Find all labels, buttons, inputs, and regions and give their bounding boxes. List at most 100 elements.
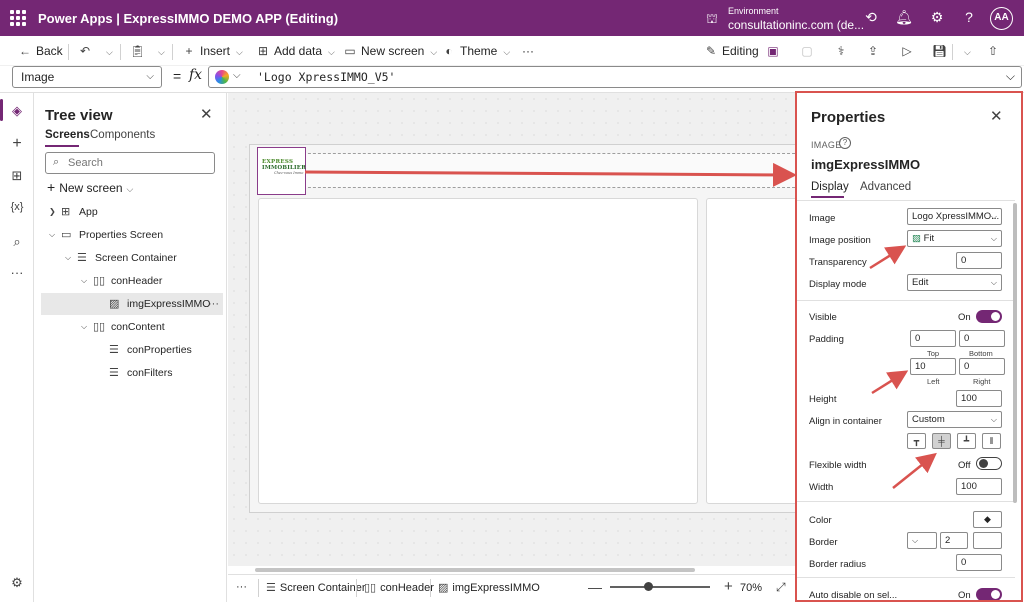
tab-screens[interactable]: Screens <box>45 129 90 141</box>
environment-value[interactable]: consultationinc.com (de... <box>728 18 864 32</box>
logo-image-selected[interactable]: EXPRESS IMMOBILIER Chez-vous Immo <box>257 147 306 195</box>
properties-container-card[interactable] <box>258 198 698 504</box>
close-icon[interactable]: ✕ <box>200 105 213 123</box>
insert-button[interactable]: + Insert ⌵ <box>182 42 242 60</box>
zoom-slider-track[interactable] <box>610 586 710 588</box>
avatar[interactable]: AA <box>990 7 1013 30</box>
control-name[interactable]: imgExpressIMMO <box>811 157 920 172</box>
border-style-dropdown[interactable]: ⌵ <box>907 532 937 549</box>
data-table-icon[interactable]: ⊞ <box>8 168 26 184</box>
copilot-icon[interactable] <box>215 70 229 84</box>
tab-display[interactable]: Display <box>811 181 849 193</box>
tree-item-app[interactable]: ❯ ⊞ App <box>41 201 223 223</box>
formula-text[interactable]: 'Logo XpressIMMO_V5' <box>257 70 395 84</box>
align-in-container-dropdown[interactable]: Custom ⌵ <box>907 411 1002 428</box>
tree-item-concontent[interactable]: ⌵ ▯▯ conContent <box>41 316 223 338</box>
new-screen-button[interactable]: + New screen ⌵ <box>47 179 133 195</box>
fit-to-screen-icon[interactable]: ⤢ <box>776 580 786 595</box>
paste-button[interactable]: 📋︎ <box>130 42 148 60</box>
new-screen-button[interactable]: ▭ New screen ⌵ <box>343 42 437 60</box>
breadcrumb-screen-container[interactable]: ☰ Screen Container <box>266 581 365 594</box>
app-checker-button[interactable]: ▣ <box>766 42 784 60</box>
add-data-button[interactable]: ⊞ Add data ⌵ <box>256 42 335 60</box>
chevron-down-icon[interactable]: ⌵ <box>49 224 55 246</box>
copilot-icon[interactable]: ⟲ <box>862 9 880 26</box>
design-canvas[interactable]: EXPRESS IMMOBILIER Chez-vous Immo <box>228 93 796 566</box>
share-button[interactable]: ⇪ <box>866 42 884 60</box>
save-button[interactable]: 💾︎ <box>932 42 950 60</box>
chevron-right-icon[interactable]: ❯ <box>49 201 56 223</box>
chevron-down-icon[interactable]: ⌵ <box>65 247 71 269</box>
horizontal-scrollbar[interactable] <box>255 568 695 572</box>
save-dropdown[interactable]: ⌵ <box>958 42 971 60</box>
padding-left-input[interactable]: 10 <box>910 358 956 375</box>
theme-button[interactable]: ◐ Theme ⌵ <box>442 42 510 60</box>
more-options-icon[interactable]: ··· <box>208 293 219 315</box>
flexible-width-toggle[interactable] <box>976 457 1002 470</box>
filters-container-card[interactable] <box>706 198 796 504</box>
help-icon[interactable]: ? <box>839 137 851 149</box>
transparency-input[interactable]: 0 <box>956 252 1002 269</box>
tree-search[interactable]: ⌕ <box>45 152 215 174</box>
undo-dropdown[interactable]: ⌵ <box>100 42 113 60</box>
chevron-down-icon[interactable]: ⌵ <box>233 70 241 81</box>
auto-disable-toggle[interactable] <box>976 588 1002 601</box>
tree-item-screen-container[interactable]: ⌵ ☰ Screen Container <box>41 247 223 269</box>
paste-dropdown[interactable]: ⌵ <box>152 42 165 60</box>
more-icon[interactable]: ··· <box>8 265 26 280</box>
padding-top-input[interactable]: 0 <box>910 330 956 347</box>
width-input[interactable]: 100 <box>956 478 1002 495</box>
zoom-slider-thumb[interactable] <box>644 582 653 591</box>
tree-item-conproperties[interactable]: ☰ conProperties <box>41 339 223 361</box>
align-stretch-button[interactable]: ⫴ <box>982 433 1001 449</box>
undo-button[interactable]: ↶ <box>78 42 96 60</box>
back-button[interactable]: ← Back <box>18 42 63 60</box>
visible-toggle[interactable] <box>976 310 1002 323</box>
tree-item-confilters[interactable]: ☰ conFilters <box>41 362 223 384</box>
preview-button[interactable]: ▷ <box>900 42 918 60</box>
zoom-out-button[interactable]: — <box>588 579 602 595</box>
insert-plus-icon[interactable]: + <box>8 135 26 153</box>
notifications-icon[interactable]: 🔔︎ <box>895 9 913 26</box>
align-center-button[interactable]: ╪ <box>932 433 951 449</box>
header-container[interactable] <box>258 153 796 188</box>
display-mode-dropdown[interactable]: Edit ⌵ <box>907 274 1002 291</box>
tree-item-imgexpressimmo[interactable]: ▨ imgExpressIMMO ··· <box>41 293 223 315</box>
search-icon[interactable]: ⌕ <box>8 234 26 250</box>
settings-icon[interactable]: ⚙ <box>8 575 26 591</box>
color-picker-button[interactable]: ◆ <box>973 511 1002 528</box>
formula-input[interactable]: ⌵ 'Logo XpressIMMO_V5' ⌵ <box>208 66 1022 88</box>
image-position-dropdown[interactable]: ▨ Fit ⌵ <box>907 230 1002 247</box>
padding-bottom-input[interactable]: 0 <box>959 330 1005 347</box>
close-icon[interactable]: ✕ <box>990 107 1003 125</box>
tab-advanced[interactable]: Advanced <box>860 181 911 193</box>
app-launcher-icon[interactable] <box>10 10 26 26</box>
help-icon[interactable]: ? <box>960 9 978 25</box>
breadcrumb-imgexpressimmo[interactable]: ▨ imgExpressIMMO <box>438 581 540 594</box>
publish-button[interactable]: ⇧ <box>986 42 1004 60</box>
search-input[interactable] <box>68 155 208 171</box>
border-color-button[interactable] <box>973 532 1002 549</box>
more-icon[interactable]: ··· <box>236 581 247 593</box>
expand-formula-icon[interactable]: ⌵ <box>1006 69 1015 84</box>
align-end-button[interactable]: ┻ <box>957 433 976 449</box>
properties-scrollbar[interactable] <box>1013 203 1017 503</box>
settings-icon[interactable]: ⚙ <box>928 9 946 26</box>
height-input[interactable]: 100 <box>956 390 1002 407</box>
layers-icon[interactable]: ◈ <box>8 103 26 119</box>
app-screen-preview[interactable]: EXPRESS IMMOBILIER Chez-vous Immo <box>249 144 796 513</box>
image-dropdown[interactable]: Logo XpressIMMO... ⌵ <box>907 208 1002 225</box>
tab-components[interactable]: Components <box>90 129 155 141</box>
health-button[interactable]: ⚕ <box>834 42 852 60</box>
border-thickness-input[interactable]: 2 <box>940 532 968 549</box>
tree-item-conheader[interactable]: ⌵ ▯▯ conHeader <box>41 270 223 292</box>
variables-icon[interactable]: {x} <box>8 201 26 213</box>
more-commands-button[interactable]: ··· <box>522 42 534 60</box>
border-radius-input[interactable]: 0 <box>956 554 1002 571</box>
chevron-down-icon[interactable]: ⌵ <box>81 270 87 292</box>
tree-item-properties-screen[interactable]: ⌵ ▭ Properties Screen <box>41 224 223 246</box>
property-selector[interactable]: Image ⌵ <box>12 66 162 88</box>
breadcrumb-conheader[interactable]: ▯▯ conHeader <box>364 581 434 594</box>
align-start-button[interactable]: ┳ <box>907 433 926 449</box>
comments-button[interactable]: ▢ <box>800 42 818 60</box>
